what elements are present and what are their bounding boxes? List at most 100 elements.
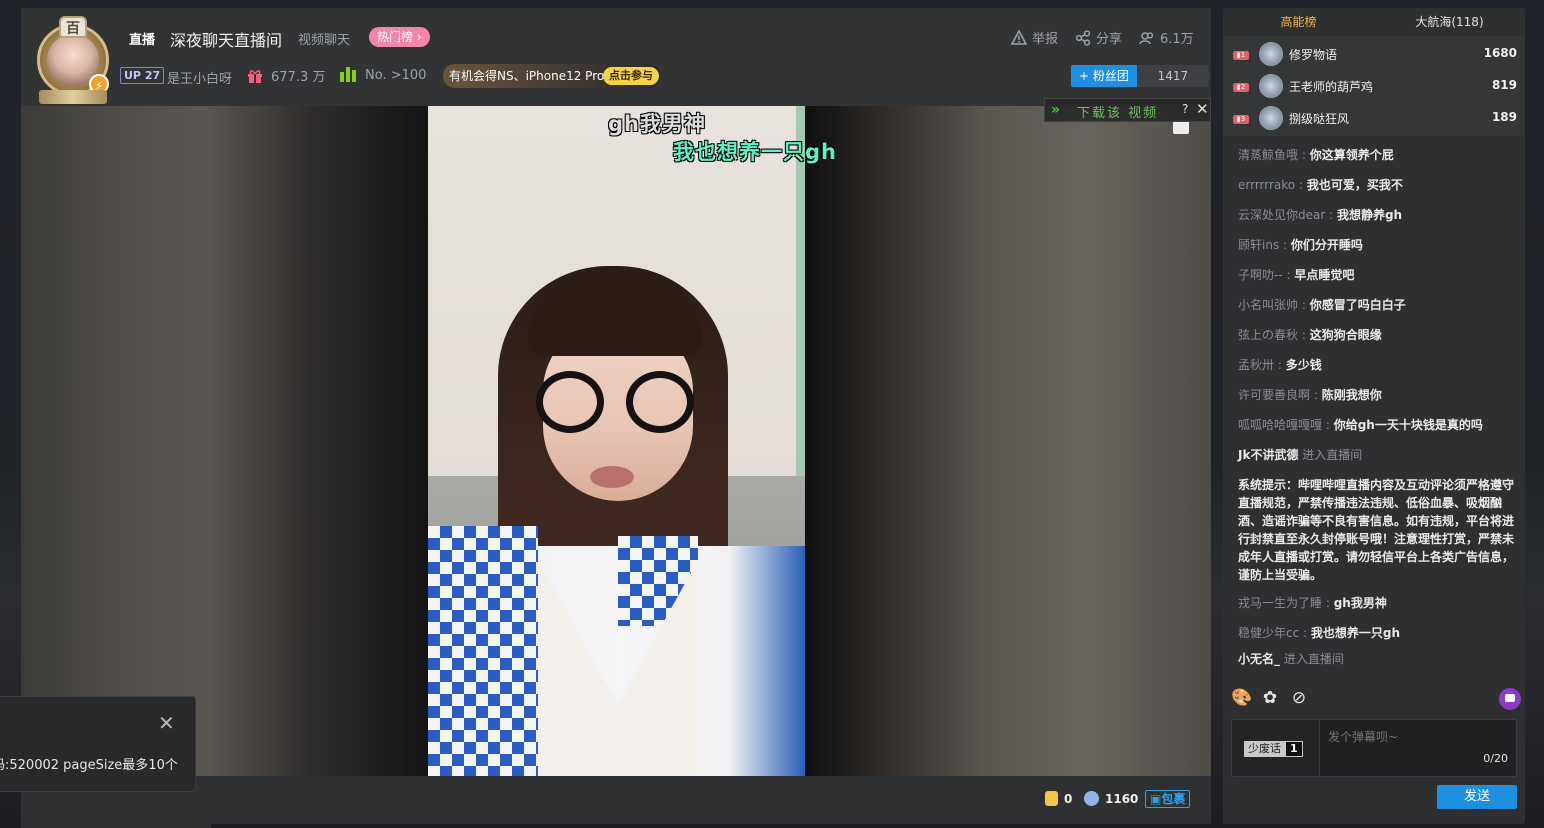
- promo-text: 有机会得NS、iPhone12 Pro: [449, 69, 605, 83]
- chat-text: 你们分开睡吗: [1290, 238, 1363, 252]
- video-blur-right: [805, 106, 1211, 776]
- chat-user[interactable]: 云深处见你dear: [1238, 208, 1325, 222]
- chat-text: 早点睡觉吧: [1294, 268, 1355, 282]
- chat-user[interactable]: 稳健少年cc: [1238, 626, 1299, 640]
- system-notice: 系统提示：哔哩哔哩直播内容及互动评论须严格遵守直播规范，严禁传播违法违规、低俗血…: [1238, 476, 1516, 584]
- rank-row[interactable]: ▮1 修罗物语 1680: [1223, 38, 1525, 70]
- danmaku-0: gh我男神: [608, 112, 706, 136]
- chat-bubble-icon[interactable]: [1499, 688, 1521, 710]
- char-count: 0/20: [1483, 752, 1508, 765]
- rank-score: 1680: [1483, 46, 1517, 60]
- chat-user[interactable]: 许可要善良啊: [1238, 388, 1310, 402]
- help-icon[interactable]: ?: [1182, 102, 1188, 116]
- send-button[interactable]: 发送: [1437, 785, 1517, 809]
- gift-icon: [248, 70, 262, 83]
- avatar: [1259, 42, 1283, 66]
- chat-user[interactable]: 顾轩ins: [1238, 238, 1279, 252]
- chat-text: 多少钱: [1285, 358, 1322, 372]
- chat-user[interactable]: 弦上の春秋: [1238, 328, 1298, 342]
- chat-user[interactable]: 孟秋卅: [1238, 358, 1274, 372]
- viewer-count: 6.1万: [1139, 28, 1194, 47]
- gold-coin-icon: [1045, 791, 1058, 806]
- silver-coin-icon: [1084, 791, 1099, 806]
- gift-stat: 677.3 万: [247, 66, 325, 85]
- tab-voyage[interactable]: 大航海(118): [1374, 8, 1525, 36]
- mode-num: 1: [1285, 741, 1303, 757]
- promo-banner[interactable]: 有机会得NS、iPhone12 Pro 点击参与: [443, 64, 661, 88]
- medal-icon: ▮2: [1233, 83, 1249, 92]
- people-icon: [1139, 32, 1154, 45]
- mode-label: 少废话: [1244, 741, 1285, 757]
- gold-coin-stat[interactable]: 0: [1045, 791, 1072, 806]
- chat-message: errrrrrako : 我也可爱，买我不: [1238, 178, 1403, 192]
- video-player[interactable]: gh我男神 我也想养一只gh: [21, 106, 1211, 776]
- danmaku-1: 我也想养一只gh: [673, 140, 837, 164]
- fan-club-button[interactable]: + 粉丝团: [1071, 65, 1137, 87]
- streamer-name[interactable]: 是王小白呀: [167, 68, 232, 87]
- bar-chart-icon: [340, 67, 356, 82]
- system-body: 哔哩哔哩直播内容及互动评论须严格遵守直播规范，严禁传播违法违规、低俗血暴、吸烟酗…: [1238, 478, 1515, 582]
- chat-user[interactable]: 戎马一生为了睡: [1238, 596, 1322, 610]
- chat-user[interactable]: 小无名_: [1238, 652, 1280, 666]
- danmaku-input-box: 少废话 1 0/20: [1231, 719, 1517, 777]
- player-column: 百 ⚡ 直播 深夜聊天直播间 视频聊天 热门榜 › 举报 分享 6.1万 UP …: [21, 8, 1211, 824]
- chat-text: gh我男神: [1333, 596, 1387, 610]
- gift-count: 677.3 万: [271, 70, 326, 85]
- silver-coin-count: 1160: [1105, 792, 1139, 806]
- chat-list[interactable]: 清蒸鲸鱼哦 : 你这算领养个屁 errrrrrako : 我也可爱，买我不 云深…: [1223, 138, 1525, 678]
- enter-text: 进入直播间: [1302, 448, 1363, 462]
- room-category-link[interactable]: 视频聊天: [298, 29, 350, 48]
- rank-user-name: 捌级哒狂风: [1289, 112, 1350, 126]
- video-frame: [428, 106, 805, 776]
- package-button[interactable]: ▣包裹: [1145, 790, 1191, 808]
- share-button[interactable]: 分享: [1075, 28, 1122, 47]
- danmaku-input[interactable]: [1328, 730, 1498, 744]
- chat-text: 你这算领养个屁: [1309, 148, 1394, 162]
- chat-message: 清蒸鲸鱼哦 : 你这算领养个屁: [1238, 148, 1394, 162]
- chat-user[interactable]: 子啊叻--: [1238, 268, 1283, 282]
- double-chevron-icon: »: [1051, 102, 1061, 118]
- chat-user[interactable]: 清蒸鲸鱼哦: [1238, 148, 1298, 162]
- toast-close-icon[interactable]: ✕: [158, 711, 175, 735]
- download-video-label[interactable]: 下载该 视频: [1077, 102, 1158, 121]
- chat-text: 我也可爱，买我不: [1306, 178, 1403, 192]
- tab-high-energy[interactable]: 高能榜: [1223, 8, 1374, 36]
- download-video-bar[interactable]: » 下载该 视频 ? ✕: [1044, 98, 1211, 122]
- shirt-pattern-left: [428, 526, 538, 776]
- rank-row[interactable]: ▮3 捌级哒狂风 189: [1223, 102, 1525, 134]
- rank-user-name: 修罗物语: [1289, 48, 1338, 62]
- chat-text: 陈刚我想你: [1321, 388, 1382, 402]
- promo-join-button[interactable]: 点击参与: [603, 67, 659, 85]
- hot-rank-badge[interactable]: 热门榜 ›: [369, 27, 430, 47]
- chat-message: 子啊叻-- : 早点睡觉吧: [1238, 268, 1355, 282]
- danmaku-mode-chip[interactable]: 少废话 1: [1244, 741, 1303, 757]
- rank-list: ▮1 修罗物语 1680 ▮2 王老师的葫芦鸡 819 ▮3 捌级哒狂风 189: [1223, 36, 1525, 136]
- block-list-icon[interactable]: ⊘: [1289, 688, 1309, 708]
- toast-message: 码:520002 pageSize最多10个: [0, 758, 178, 773]
- pip-icon[interactable]: [1173, 120, 1189, 134]
- rank-tabs: 高能榜 大航海(118): [1223, 8, 1525, 36]
- silver-coin-stat[interactable]: 1160: [1084, 791, 1138, 806]
- chat-message: 孟秋卅 : 多少钱: [1238, 358, 1322, 372]
- rank-stat: No. >100: [339, 66, 426, 83]
- rank-row[interactable]: ▮2 王老师的葫芦鸡 819: [1223, 70, 1525, 102]
- chat-user[interactable]: 呱呱哈哈嘎嘎嘎: [1238, 418, 1322, 432]
- chat-user[interactable]: errrrrrako: [1238, 178, 1295, 192]
- chat-user[interactable]: 小名叫张帅: [1238, 298, 1298, 312]
- danmaku-mode-box[interactable]: 少废话 1: [1232, 720, 1320, 776]
- chat-message: 弦上の春秋 : 这狗狗合眼缘: [1238, 328, 1382, 342]
- close-icon[interactable]: ✕: [1196, 100, 1209, 118]
- room-header: 百 ⚡ 直播 深夜聊天直播间 视频聊天 热门榜 › 举报 分享 6.1万 UP …: [21, 8, 1211, 106]
- viewer-count-label: 6.1万: [1160, 32, 1194, 47]
- chat-text: 你感冒了吗白白子: [1309, 298, 1406, 312]
- chat-sidebar: 高能榜 大航海(118) ▮1 修罗物语 1680 ▮2 王老师的葫芦鸡 819…: [1223, 8, 1525, 824]
- sparkle-icon[interactable]: ✿: [1260, 688, 1280, 708]
- report-button[interactable]: 举报: [1011, 28, 1058, 47]
- up-level-badge: UP 27: [120, 67, 165, 84]
- mouth: [590, 466, 634, 488]
- chat-message: 呱呱哈哈嘎嘎嘎 : 你给gh一天十块钱是真的吗: [1238, 418, 1483, 432]
- palette-icon[interactable]: 🎨: [1231, 688, 1252, 708]
- avatar[interactable]: 百 ⚡: [29, 14, 119, 106]
- chat-user[interactable]: Jk不讲武德: [1238, 448, 1298, 462]
- live-tag: 直播: [129, 33, 156, 48]
